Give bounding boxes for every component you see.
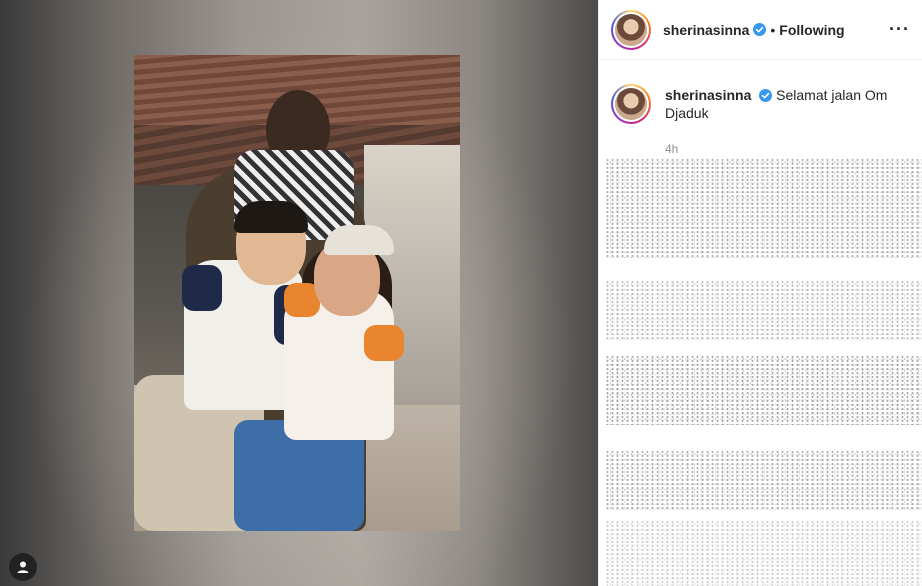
post-media-pane bbox=[0, 0, 598, 586]
photo-girl-sleeve-right bbox=[364, 325, 404, 361]
header-username[interactable]: sherinasinna bbox=[663, 22, 749, 38]
more-options-icon[interactable]: ··· bbox=[889, 19, 910, 40]
obscured-comments-block-1 bbox=[605, 158, 922, 258]
post-timestamp[interactable]: 4h bbox=[665, 142, 922, 156]
obscured-comments-block-2 bbox=[605, 280, 922, 340]
photo-boy-hair bbox=[234, 201, 308, 233]
verified-badge-icon bbox=[759, 89, 773, 102]
profile-avatar[interactable] bbox=[611, 9, 651, 50]
obscured-comments-block-5 bbox=[605, 520, 922, 586]
user-account-icon[interactable] bbox=[9, 553, 37, 581]
post-photo[interactable] bbox=[134, 55, 460, 531]
caption-username[interactable]: sherinasinna bbox=[665, 87, 751, 103]
obscured-comments-block-4 bbox=[605, 450, 922, 510]
post-sidebar: sherinasinna • Following ··· sherinasinn… bbox=[598, 0, 922, 586]
caption-avatar[interactable] bbox=[611, 84, 651, 124]
verified-badge-icon bbox=[753, 23, 767, 36]
photo-girl-cap bbox=[324, 225, 394, 255]
post-caption: sherinasinna Selamat jalan Om Djaduk bbox=[599, 60, 922, 124]
post-header: sherinasinna • Following ··· bbox=[599, 0, 922, 60]
following-button[interactable]: Following bbox=[779, 22, 844, 38]
photo-boy-sleeve-left bbox=[182, 265, 222, 311]
header-separator: • bbox=[770, 21, 776, 38]
obscured-comments-block-3 bbox=[605, 355, 922, 425]
